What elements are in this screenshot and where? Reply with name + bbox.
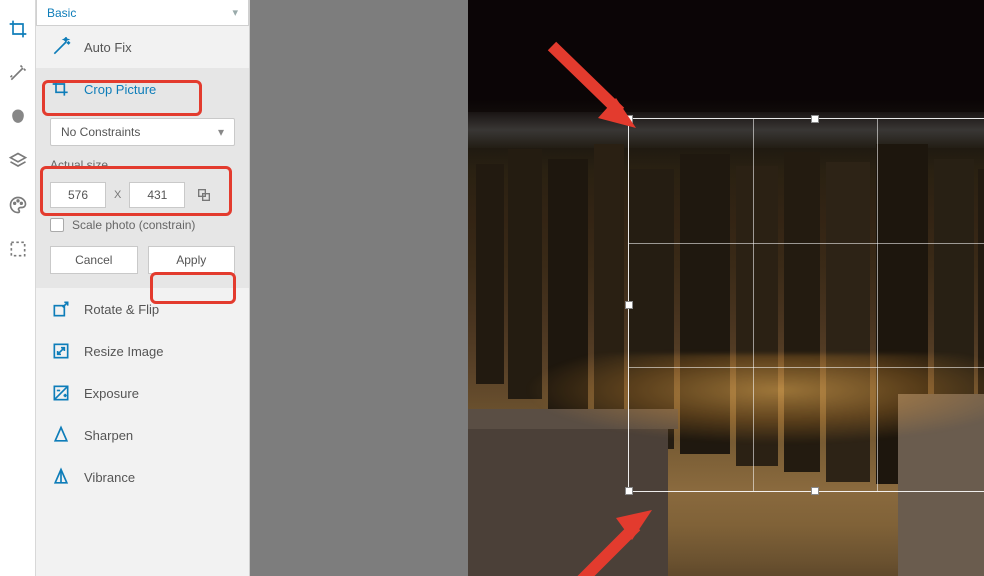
marquee-icon[interactable]	[7, 238, 29, 260]
face-retouch-icon[interactable]	[7, 106, 29, 128]
sharpen-icon	[50, 424, 72, 446]
vibrance-icon	[50, 466, 72, 488]
height-input[interactable]	[129, 182, 185, 208]
chevron-down-icon: ▾	[232, 6, 238, 19]
crop-handle-bl[interactable]	[625, 487, 633, 495]
rotate-flip-item[interactable]: Rotate & Flip	[36, 288, 249, 330]
exposure-icon	[50, 382, 72, 404]
crop-handle-ml[interactable]	[625, 301, 633, 309]
resize-label: Resize Image	[84, 344, 163, 359]
chevron-down-icon: ▾	[218, 125, 224, 139]
grid-line	[753, 119, 754, 491]
rotate-icon	[50, 298, 72, 320]
cancel-button[interactable]: Cancel	[50, 246, 138, 274]
magic-wand-icon	[50, 36, 72, 58]
checkbox-icon	[50, 218, 64, 232]
tool-rail	[0, 0, 36, 576]
sharpen-label: Sharpen	[84, 428, 133, 443]
size-label: Actual size	[50, 156, 235, 172]
layers-icon[interactable]	[7, 150, 29, 172]
scale-label: Scale photo (constrain)	[72, 218, 195, 232]
scale-photo-checkbox[interactable]: Scale photo (constrain)	[50, 218, 235, 232]
panel-header[interactable]: Basic ▾	[36, 0, 249, 26]
cancel-label: Cancel	[75, 253, 112, 267]
basic-panel: Basic ▾ Auto Fix Crop Picture No Constra…	[36, 0, 250, 576]
constraint-select[interactable]: No Constraints ▾	[50, 118, 235, 146]
constraint-value: No Constraints	[61, 125, 140, 139]
exposure-label: Exposure	[84, 386, 139, 401]
grid-line	[629, 243, 984, 244]
panel-title: Basic	[47, 6, 76, 20]
exposure-item[interactable]: Exposure	[36, 372, 249, 414]
width-input[interactable]	[50, 182, 106, 208]
palette-icon[interactable]	[7, 194, 29, 216]
resize-icon	[50, 340, 72, 362]
swap-dimensions-icon[interactable]	[193, 184, 215, 206]
apply-label: Apply	[176, 253, 206, 267]
vibrance-label: Vibrance	[84, 470, 135, 485]
apply-button[interactable]: Apply	[148, 246, 236, 274]
magic-wand-icon[interactable]	[7, 62, 29, 84]
autofix-item[interactable]: Auto Fix	[36, 26, 249, 68]
crop-handle-bm[interactable]	[811, 487, 819, 495]
crop-tool-icon[interactable]	[7, 18, 29, 40]
grid-line	[877, 119, 878, 491]
size-separator: X	[114, 189, 121, 201]
vibrance-item[interactable]: Vibrance	[36, 456, 249, 498]
rotate-label: Rotate & Flip	[84, 302, 159, 317]
autofix-label: Auto Fix	[84, 40, 132, 55]
crop-icon	[50, 78, 72, 100]
crop-picture-item[interactable]: Crop Picture	[36, 68, 249, 110]
canvas-area[interactable]	[250, 0, 984, 576]
size-row: X	[50, 182, 235, 208]
resize-image-item[interactable]: Resize Image	[36, 330, 249, 372]
crop-handle-tl[interactable]	[625, 115, 633, 123]
crop-handle-tm[interactable]	[811, 115, 819, 123]
crop-selection[interactable]	[628, 118, 984, 492]
crop-subpanel: No Constraints ▾ Actual size X Scale pho…	[36, 110, 249, 288]
sharpen-item[interactable]: Sharpen	[36, 414, 249, 456]
grid-line	[629, 367, 984, 368]
crop-picture-label: Crop Picture	[84, 82, 156, 97]
